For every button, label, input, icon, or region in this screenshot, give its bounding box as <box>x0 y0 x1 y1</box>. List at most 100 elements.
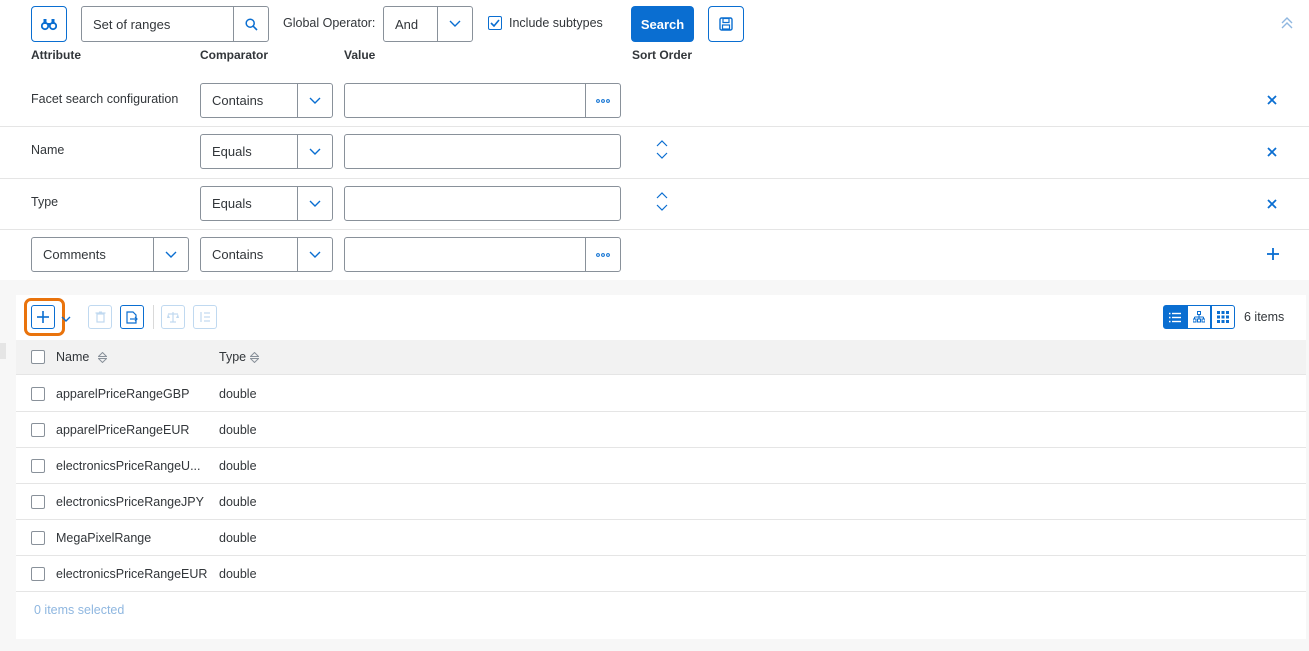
criterion-value-text <box>345 84 585 117</box>
global-operator-select[interactable]: And <box>383 6 473 42</box>
criterion-comparator-value: Equals <box>212 144 252 159</box>
remove-criterion-button[interactable] <box>1266 146 1278 161</box>
tree-view-button[interactable] <box>1187 305 1211 329</box>
row-checkbox[interactable] <box>31 566 45 581</box>
toolbar-separator <box>153 305 154 329</box>
close-icon <box>1267 199 1277 209</box>
value-header: Value <box>344 48 376 62</box>
compare-button[interactable] <box>161 305 185 329</box>
table-row[interactable]: electronicsPriceRangeEUR double <box>16 556 1306 592</box>
row-checkbox[interactable] <box>31 422 45 437</box>
criterion-value-text <box>345 238 585 271</box>
include-subtypes-checkbox[interactable] <box>488 16 502 30</box>
row-type: double <box>219 494 257 509</box>
name-column-label: Name <box>56 350 90 364</box>
double-chevron-up-icon <box>1281 17 1293 29</box>
global-operator-dropdown-button[interactable] <box>437 7 472 41</box>
row-type: double <box>219 386 257 401</box>
table-row[interactable]: electronicsPriceRangeJPY double <box>16 484 1306 520</box>
export-button[interactable] <box>120 305 144 329</box>
row-checkbox[interactable] <box>31 530 45 545</box>
comparator-dropdown-button[interactable] <box>297 238 332 271</box>
create-button[interactable] <box>31 305 55 329</box>
criterion-value-input[interactable] <box>344 134 621 169</box>
row-checkbox[interactable] <box>31 458 45 473</box>
value-help-button[interactable] <box>585 238 620 271</box>
row-type: double <box>219 458 257 473</box>
row-checkbox[interactable] <box>31 386 45 401</box>
remove-criterion-button[interactable] <box>1266 94 1278 109</box>
sort-order-control <box>656 191 668 212</box>
chevron-down-icon[interactable] <box>656 204 668 212</box>
chevron-down-icon[interactable] <box>656 152 668 160</box>
criterion-comparator-select[interactable]: Equals <box>200 186 333 221</box>
list-view-button[interactable] <box>1163 305 1187 329</box>
criterion-comparator-value: Equals <box>212 196 252 211</box>
search-button[interactable]: Search <box>631 6 694 42</box>
criterion-comparator-select[interactable]: Contains <box>200 237 333 272</box>
row-checkbox-cell <box>31 556 45 591</box>
grid-view-button[interactable] <box>1211 305 1235 329</box>
chevron-up-icon[interactable] <box>656 139 668 147</box>
delete-button[interactable] <box>88 305 112 329</box>
close-icon <box>1267 95 1277 105</box>
comparator-dropdown-button[interactable] <box>297 135 332 168</box>
remove-criterion-button[interactable] <box>1266 198 1278 213</box>
criterion-comparator-select[interactable]: Contains <box>200 83 333 118</box>
trash-icon <box>95 311 105 323</box>
criterion-value-input[interactable] <box>344 237 621 272</box>
chevron-down-icon <box>165 251 177 258</box>
hierarchy-icon <box>1193 311 1205 323</box>
comparator-dropdown-button[interactable] <box>297 84 332 117</box>
table-row[interactable]: electronicsPriceRangeU... double <box>16 448 1306 484</box>
export-icon <box>126 310 138 324</box>
items-count: 6 items <box>1244 310 1285 324</box>
type-search-input[interactable]: Set of ranges <box>81 6 269 42</box>
table-row[interactable]: MegaPixelRange double <box>16 520 1306 556</box>
name-column-header[interactable]: Name <box>56 340 108 374</box>
row-checkbox[interactable] <box>31 494 45 509</box>
value-help-button[interactable] <box>585 84 620 117</box>
search-icon-button[interactable] <box>233 7 268 41</box>
new-attribute-value: Comments <box>43 247 106 262</box>
plus-icon <box>1267 248 1279 260</box>
list-icon <box>1169 312 1181 322</box>
row-name: electronicsPriceRangeEUR <box>56 566 208 581</box>
criterion-value-text <box>345 135 620 168</box>
row-checkbox-cell <box>31 412 45 447</box>
save-query-button[interactable] <box>708 6 744 42</box>
row-name: electronicsPriceRangeU... <box>56 458 201 473</box>
type-column-header[interactable]: Type <box>219 340 260 374</box>
chevron-down-icon <box>309 148 321 155</box>
add-criterion-button[interactable] <box>1266 247 1280 264</box>
sort-order-header: Sort Order <box>632 48 693 62</box>
select-all-checkbox[interactable] <box>31 350 45 364</box>
create-dropdown-button[interactable] <box>61 311 71 326</box>
save-icon <box>719 17 733 31</box>
collapse-button[interactable] <box>1280 16 1296 32</box>
select-all-cell <box>31 340 45 374</box>
table-row[interactable]: apparelPriceRangeGBP double <box>16 376 1306 412</box>
attribute-header: Attribute <box>31 48 81 62</box>
criterion-value-input[interactable] <box>344 83 621 118</box>
row-name: electronicsPriceRangeJPY <box>56 494 204 509</box>
global-operator-value: And <box>395 16 419 32</box>
binoculars-button[interactable] <box>31 6 67 42</box>
attribute-dropdown-button[interactable] <box>153 238 188 271</box>
selection-status: 0 items selected <box>34 603 125 617</box>
criterion-comparator-select[interactable]: Equals <box>200 134 333 169</box>
row-name: apparelPriceRangeEUR <box>56 422 190 437</box>
plus-icon <box>37 311 49 323</box>
new-attribute-select[interactable]: Comments <box>31 237 189 272</box>
criterion-attribute-label: Facet search configuration <box>31 92 179 106</box>
chevron-up-icon[interactable] <box>656 191 668 199</box>
side-collapse-handle[interactable] <box>0 343 6 359</box>
criterion-value-input[interactable] <box>344 186 621 221</box>
sort-list-button[interactable] <box>193 305 217 329</box>
include-subtypes-label: Include subtypes <box>509 16 603 30</box>
scale-icon <box>167 312 179 323</box>
table-row[interactable]: apparelPriceRangeEUR double <box>16 412 1306 448</box>
comparator-dropdown-button[interactable] <box>297 187 332 220</box>
row-type: double <box>219 566 257 581</box>
chevron-down-icon <box>61 316 71 322</box>
